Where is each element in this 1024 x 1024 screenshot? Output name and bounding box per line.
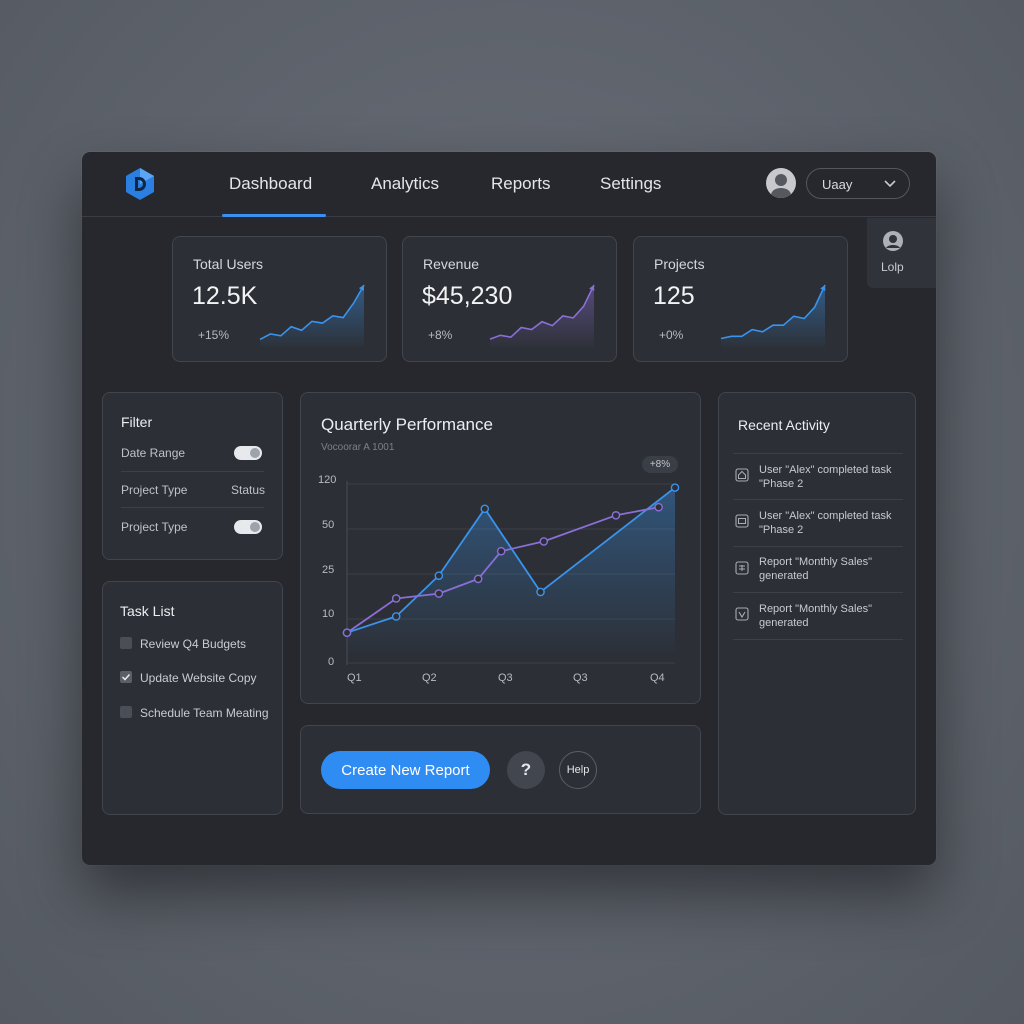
divider xyxy=(121,507,264,508)
top-nav-bar: Dashboard Analytics Reports Settings Uaa… xyxy=(82,152,936,217)
task-checkbox[interactable] xyxy=(120,637,132,649)
stat-label: Projects xyxy=(654,256,705,272)
sparkline-chart xyxy=(259,284,365,347)
user-icon xyxy=(883,231,903,251)
stat-card-projects: Projects 125 +0% xyxy=(633,236,848,362)
nav-tab-settings[interactable]: Settings xyxy=(600,174,661,194)
series-point xyxy=(434,589,444,598)
series-point xyxy=(391,594,401,603)
side-help-label: Lolp xyxy=(881,260,904,274)
series-point xyxy=(434,571,444,580)
create-new-report-button[interactable]: Create New Report xyxy=(321,751,490,789)
nav-tab-reports[interactable]: Reports xyxy=(491,174,551,194)
series-area xyxy=(347,487,675,653)
filter-row-label: Date Range xyxy=(121,446,186,460)
task-label: Review Q4 Budgets xyxy=(140,637,247,651)
stat-delta: +0% xyxy=(659,328,684,342)
divider xyxy=(121,471,264,472)
status-select[interactable]: Status xyxy=(231,483,265,497)
sparkline-chart xyxy=(720,284,826,347)
recent-activity-title: Recent Activity xyxy=(738,417,830,433)
question-button[interactable]: ? xyxy=(507,751,545,789)
stat-card-total-users: Total Users 12.5K +15% xyxy=(172,236,387,362)
stat-value: 12.5K xyxy=(192,282,258,310)
activity-text: Report "Monthly Sales" generated xyxy=(759,603,872,629)
series-point xyxy=(342,628,352,637)
app-logo-icon[interactable] xyxy=(122,166,158,202)
sparkline-chart xyxy=(489,284,595,347)
task-label: Schedule Team Meating xyxy=(140,706,269,720)
nav-tab-analytics[interactable]: Analytics xyxy=(371,174,439,194)
series-point xyxy=(654,502,663,512)
actions-panel: Create New Report ? Help xyxy=(300,725,701,814)
series-point xyxy=(391,612,401,621)
date-range-toggle[interactable] xyxy=(234,446,262,460)
task-list-title: Task List xyxy=(120,603,175,619)
divider xyxy=(733,453,903,454)
stat-value: 125 xyxy=(653,282,695,310)
checkmark-icon xyxy=(121,673,131,681)
nav-tab-dashboard[interactable]: Dashboard xyxy=(229,174,312,194)
task-checkbox[interactable] xyxy=(120,706,132,718)
stat-label: Revenue xyxy=(423,256,480,272)
filter-title: Filter xyxy=(121,414,153,430)
activity-text: Report "Monthly Sales" generated xyxy=(759,556,872,582)
filter-panel: Filter Date Range Project Type Status Pr… xyxy=(102,392,283,560)
user-select-value: Uaay xyxy=(822,177,853,192)
check-shield-icon xyxy=(735,607,749,621)
chevron-down-icon xyxy=(884,180,896,188)
stat-label: Total Users xyxy=(193,256,264,272)
user-avatar-icon xyxy=(771,174,791,198)
calendar-icon xyxy=(735,514,749,528)
task-checkbox[interactable] xyxy=(120,671,132,683)
series-point xyxy=(496,546,506,556)
divider xyxy=(733,639,903,640)
recent-activity-panel: Recent Activity User "Alex" completed ta… xyxy=(718,392,916,815)
report-icon xyxy=(735,561,749,575)
activity-text: User "Alex" completed task "Phase 2 xyxy=(759,510,892,536)
line-chart-plot xyxy=(342,481,680,665)
help-button[interactable]: Help xyxy=(559,751,597,789)
stat-delta: +15% xyxy=(198,328,230,342)
user-avatar[interactable] xyxy=(766,168,796,198)
series-point xyxy=(536,587,545,597)
series-point xyxy=(670,483,680,492)
filter-row-label: Project Type xyxy=(121,483,188,497)
sparkline-area xyxy=(490,285,594,347)
home-icon xyxy=(735,468,749,482)
stat-card-revenue: Revenue $45,230 +8% xyxy=(402,236,617,362)
activity-text: User "Alex" completed task "Phase 2 xyxy=(759,464,892,490)
stat-delta: +8% xyxy=(428,328,453,342)
project-type-toggle[interactable] xyxy=(234,520,262,534)
user-select-dropdown[interactable]: Uaay xyxy=(806,168,910,199)
divider xyxy=(733,546,903,547)
series-point xyxy=(473,574,483,584)
task-label: Update Website Copy xyxy=(140,671,257,685)
series-point xyxy=(611,511,621,520)
quarterly-performance-panel: Quarterly Performance Vocoorar A 1001 +8… xyxy=(300,392,701,704)
side-help-tab[interactable]: Lolp xyxy=(867,218,936,288)
filter-row-label: Project Type xyxy=(121,520,188,534)
series-point xyxy=(480,504,490,514)
task-list-panel: Task List Review Q4 Budgets Update Websi… xyxy=(102,581,283,815)
active-tab-indicator xyxy=(222,214,326,217)
sparkline-area xyxy=(260,285,364,347)
divider xyxy=(733,499,903,500)
dashboard-window: Dashboard Analytics Reports Settings Uaa… xyxy=(82,152,936,865)
sparkline-area xyxy=(721,285,825,347)
divider xyxy=(733,592,903,593)
series-point xyxy=(539,537,549,546)
